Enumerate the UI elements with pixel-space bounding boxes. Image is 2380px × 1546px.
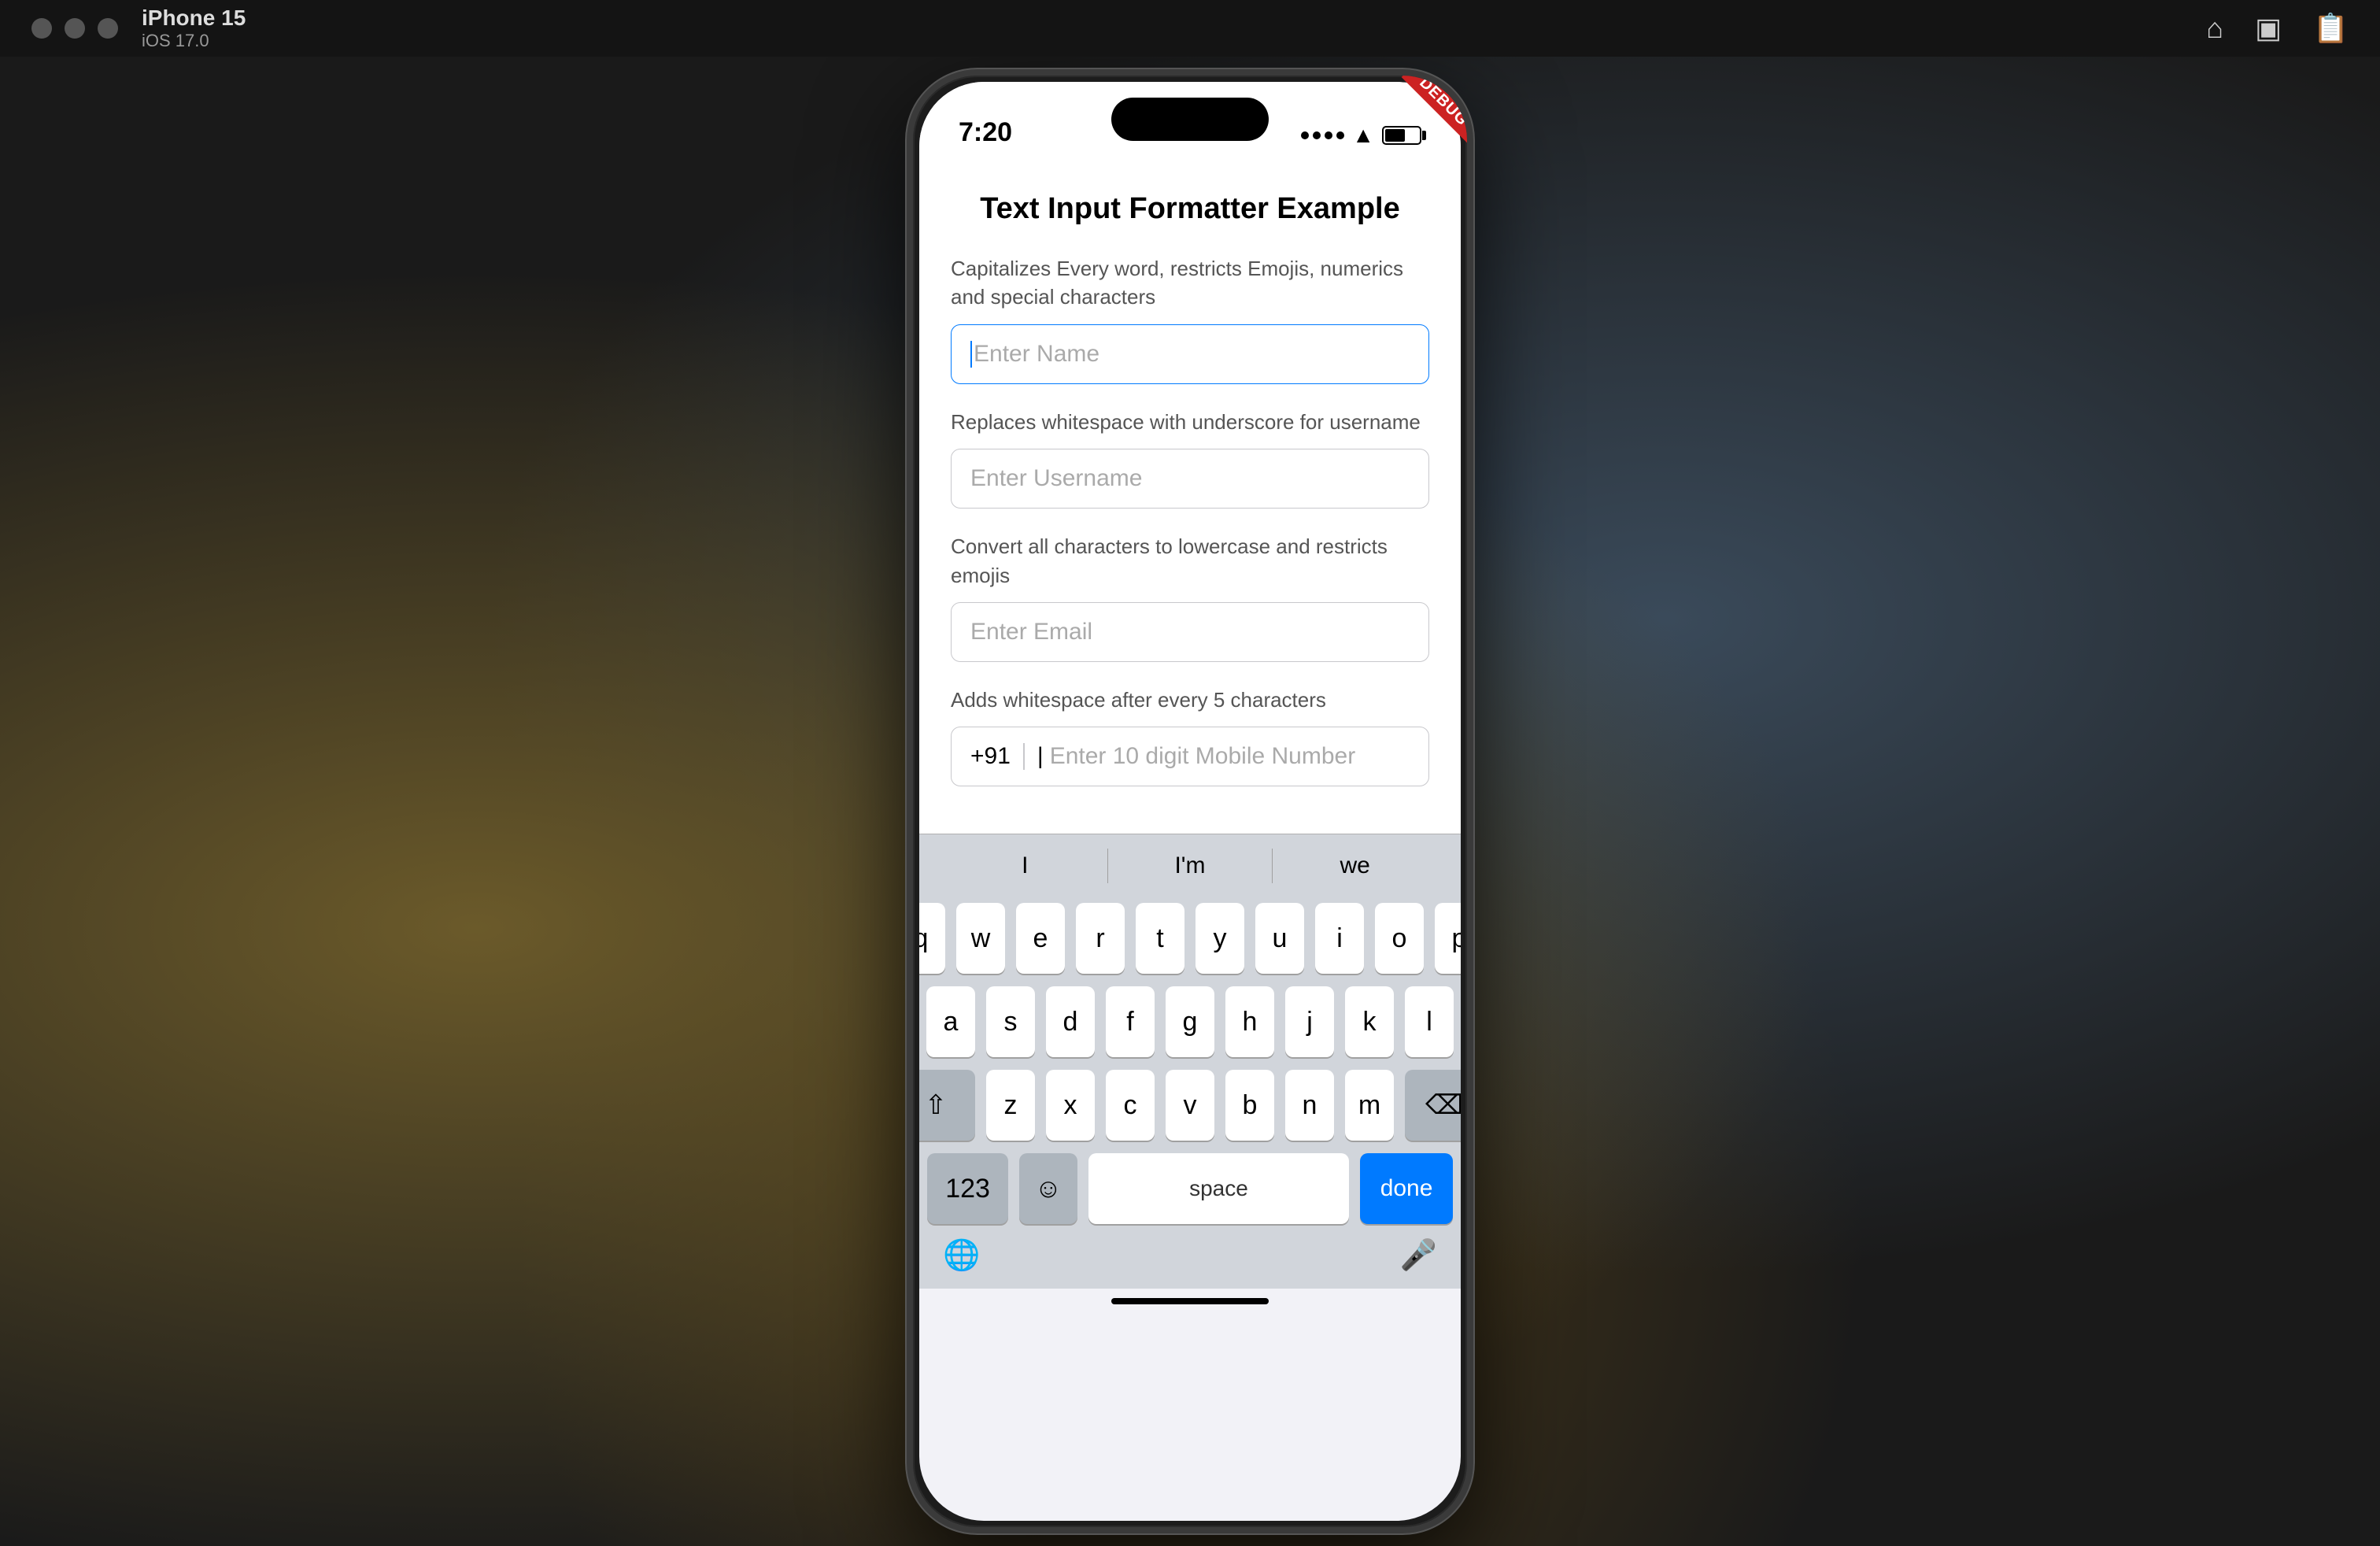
- phone-input[interactable]: +91 | Enter 10 digit Mobile Number: [951, 727, 1429, 786]
- debug-badge: DEBUG: [1388, 76, 1467, 154]
- dot-3[interactable]: [98, 18, 118, 39]
- autocomplete-item-3[interactable]: we: [1273, 845, 1437, 887]
- space-key[interactable]: space: [1088, 1153, 1349, 1224]
- key-m[interactable]: m: [1345, 1070, 1394, 1141]
- key-j[interactable]: j: [1285, 986, 1334, 1057]
- key-g[interactable]: g: [1166, 986, 1214, 1057]
- screenshot-icon[interactable]: ▣: [2255, 12, 2282, 45]
- username-placeholder: Enter Username: [970, 465, 1142, 492]
- os-version: iOS 17.0: [142, 31, 246, 51]
- key-w[interactable]: w: [956, 903, 1005, 974]
- phone-placeholder: Enter 10 digit Mobile Number: [1050, 743, 1356, 770]
- home-icon[interactable]: ⌂: [2206, 12, 2223, 45]
- keyboard-row-4: 123 ☺ space done: [919, 1147, 1461, 1230]
- globe-icon[interactable]: 🌐: [943, 1238, 980, 1273]
- key-u[interactable]: u: [1255, 903, 1304, 974]
- key-h[interactable]: h: [1225, 986, 1274, 1057]
- key-t[interactable]: t: [1136, 903, 1184, 974]
- shift-key[interactable]: ⇧: [919, 1070, 975, 1141]
- numbers-key[interactable]: 123: [927, 1153, 1008, 1224]
- keyboard-row-2: a s d f g h j k l: [919, 980, 1461, 1063]
- clipboard-icon[interactable]: 📋: [2313, 12, 2349, 45]
- username-input[interactable]: Enter Username: [951, 449, 1429, 509]
- key-o[interactable]: o: [1375, 903, 1424, 974]
- signal-dot-4: [1336, 131, 1344, 139]
- field-2-description: Replaces whitespace with underscore for …: [951, 408, 1429, 436]
- key-e[interactable]: e: [1016, 903, 1065, 974]
- key-q[interactable]: q: [919, 903, 945, 974]
- window-controls: [31, 18, 118, 39]
- keyboard-bottom-bar: 🌐 🎤: [919, 1230, 1461, 1289]
- home-bar[interactable]: [1111, 1298, 1269, 1304]
- key-i[interactable]: i: [1315, 903, 1364, 974]
- wifi-icon: ▲: [1352, 123, 1374, 148]
- autocomplete-bar: I I'm we: [919, 834, 1461, 897]
- emoji-key[interactable]: ☺: [1019, 1153, 1077, 1224]
- key-d[interactable]: d: [1046, 986, 1095, 1057]
- field-4-description: Adds whitespace after every 5 characters: [951, 686, 1429, 714]
- autocomplete-item-2[interactable]: I'm: [1108, 845, 1273, 887]
- menu-bar-right: ⌂ ▣ 📋: [2206, 12, 2349, 45]
- phone-screen: 7:20 ▲ Text Input Format: [919, 82, 1461, 1521]
- signal-dot-1: [1301, 131, 1309, 139]
- field-1-description: Capitalizes Every word, restricts Emojis…: [951, 254, 1429, 312]
- email-input[interactable]: Enter Email: [951, 602, 1429, 662]
- status-time: 7:20: [959, 117, 1012, 148]
- key-x[interactable]: x: [1046, 1070, 1095, 1141]
- app-content: Text Input Formatter Example Capitalizes…: [919, 161, 1461, 834]
- debug-label: DEBUG: [1402, 76, 1467, 144]
- phone-cursor: |: [1037, 743, 1044, 770]
- done-key[interactable]: done: [1360, 1153, 1453, 1224]
- signal-indicator: [1301, 131, 1344, 139]
- key-l[interactable]: l: [1405, 986, 1454, 1057]
- key-k[interactable]: k: [1345, 986, 1394, 1057]
- key-c[interactable]: c: [1106, 1070, 1155, 1141]
- phone-frame: DEBUG 7:20 ▲: [907, 69, 1473, 1533]
- keyboard: q w e r t y u i o p a s d f g: [919, 897, 1461, 1289]
- keyboard-row-1: q w e r t y u i o p: [919, 897, 1461, 980]
- device-title: iPhone 15 iOS 17.0: [142, 6, 246, 51]
- email-placeholder: Enter Email: [970, 619, 1092, 645]
- key-n[interactable]: n: [1285, 1070, 1334, 1141]
- phone-container: DEBUG 7:20 ▲: [907, 69, 1473, 1533]
- menu-bar: iPhone 15 iOS 17.0 ⌂ ▣ 📋: [0, 0, 2380, 57]
- key-p[interactable]: p: [1435, 903, 1461, 974]
- signal-dot-2: [1313, 131, 1321, 139]
- name-placeholder: Enter Name: [974, 341, 1099, 368]
- name-input[interactable]: Enter Name: [951, 324, 1429, 384]
- key-a[interactable]: a: [926, 986, 975, 1057]
- key-y[interactable]: y: [1196, 903, 1244, 974]
- key-s[interactable]: s: [986, 986, 1035, 1057]
- status-bar: 7:20 ▲: [919, 82, 1461, 161]
- key-z[interactable]: z: [986, 1070, 1035, 1141]
- dot-2[interactable]: [65, 18, 85, 39]
- key-f[interactable]: f: [1106, 986, 1155, 1057]
- device-name: iPhone 15: [142, 6, 246, 31]
- home-indicator: [919, 1289, 1461, 1320]
- cursor: [970, 341, 972, 368]
- phone-prefix: +91: [970, 743, 1025, 770]
- delete-key[interactable]: ⌫: [1405, 1070, 1461, 1141]
- key-b[interactable]: b: [1225, 1070, 1274, 1141]
- dot-1[interactable]: [31, 18, 52, 39]
- keyboard-row-3: ⇧ z x c v b n m ⌫: [919, 1063, 1461, 1147]
- mic-icon[interactable]: 🎤: [1400, 1238, 1437, 1273]
- app-title: Text Input Formatter Example: [951, 192, 1429, 226]
- key-r[interactable]: r: [1076, 903, 1125, 974]
- autocomplete-item-1[interactable]: I: [943, 845, 1107, 887]
- key-v[interactable]: v: [1166, 1070, 1214, 1141]
- dynamic-island: [1111, 98, 1269, 141]
- field-3-description: Convert all characters to lowercase and …: [951, 532, 1429, 590]
- signal-dot-3: [1325, 131, 1332, 139]
